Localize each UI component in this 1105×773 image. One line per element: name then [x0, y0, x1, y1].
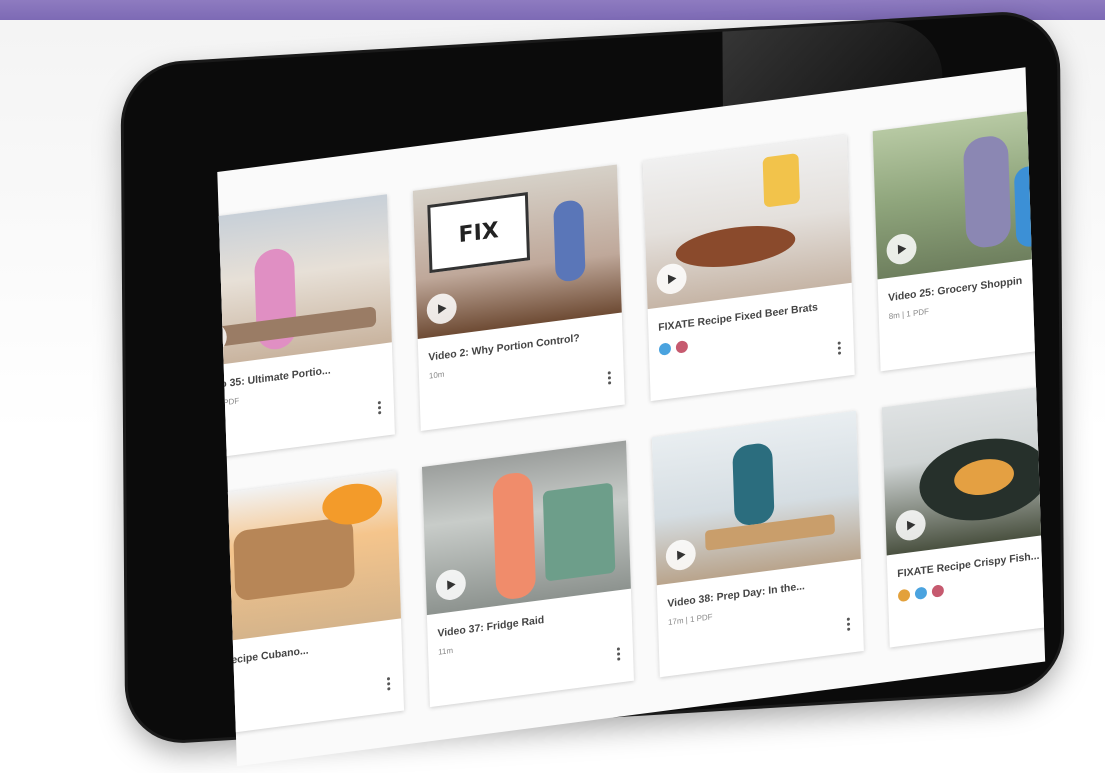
thumbnail-figure-child [1013, 164, 1046, 249]
play-button[interactable] [886, 232, 917, 267]
more-vertical-icon[interactable] [616, 647, 621, 661]
play-icon [897, 244, 907, 255]
video-card[interactable]: FIX Video 2: Why Portion Control? 10m [412, 164, 625, 431]
video-thumbnail[interactable]: FIX [412, 164, 622, 339]
badge [675, 340, 689, 354]
play-icon [447, 580, 456, 591]
video-card[interactable]: Video 25: Grocery Shoppin 8m | 1 PDF [872, 104, 1046, 372]
thumbnail-figure [962, 133, 1012, 250]
thumbnail-glass [762, 152, 801, 208]
tablet-device: Video 35: Ultimate Portio... 8m | 1 PDF … [123, 11, 1062, 767]
play-button[interactable] [426, 291, 458, 326]
thumbnail-orange [321, 480, 383, 529]
more-vertical-icon[interactable] [377, 401, 382, 415]
thumbnail-figure [732, 441, 775, 527]
more-vertical-icon[interactable] [386, 677, 391, 691]
thumbnail-figure [553, 198, 586, 283]
more-vertical-icon[interactable] [846, 617, 851, 631]
video-thumbnail[interactable] [421, 440, 631, 616]
play-icon [437, 304, 447, 314]
thumbnail-board [704, 514, 836, 551]
video-thumbnail[interactable] [642, 134, 852, 310]
badge [914, 586, 928, 600]
thumbnail-table [217, 306, 377, 347]
video-card[interactable]: FIXATE Recipe Crispy Fish... [881, 380, 1046, 648]
more-vertical-icon[interactable] [607, 371, 612, 385]
play-icon [906, 520, 916, 531]
thumbnail-fridge [542, 482, 616, 582]
video-card[interactable]: Video 37: Fridge Raid 11m [421, 440, 634, 708]
thumbnail-tv-screen: FIX [427, 192, 531, 274]
video-thumbnail[interactable] [217, 194, 392, 369]
video-thumbnail[interactable] [872, 104, 1046, 280]
video-card[interactable]: FIXATE Recipe Fixed Beer Brats [642, 134, 855, 402]
thumbnail-sandwich [675, 219, 796, 274]
play-icon [667, 274, 677, 285]
video-card[interactable]: TE Recipe Cubano... [217, 470, 405, 737]
video-thumbnail[interactable] [651, 410, 861, 586]
play-icon [217, 332, 218, 346]
thumbnail-figure [492, 470, 537, 602]
badge [658, 342, 672, 356]
thumbnail-sandwich [233, 516, 355, 602]
badge [897, 588, 911, 603]
video-card[interactable]: Video 35: Ultimate Portio... 8m | 1 PDF [217, 194, 395, 461]
play-button[interactable] [895, 508, 927, 543]
video-grid: Video 35: Ultimate Portio... 8m | 1 PDF … [217, 104, 1046, 737]
video-card[interactable]: Video 38: Prep Day: In the... 17m | 1 PD… [651, 410, 864, 678]
play-button[interactable] [665, 538, 697, 572]
top-color-strip [0, 0, 1105, 20]
tablet-screen: Video 35: Ultimate Portio... 8m | 1 PDF … [217, 67, 1046, 767]
more-vertical-icon[interactable] [837, 341, 842, 355]
video-thumbnail[interactable] [217, 470, 402, 645]
video-thumbnail[interactable] [881, 380, 1046, 556]
play-button[interactable] [656, 261, 688, 296]
play-button[interactable] [435, 567, 467, 602]
play-icon [677, 550, 686, 561]
badge [931, 584, 945, 598]
